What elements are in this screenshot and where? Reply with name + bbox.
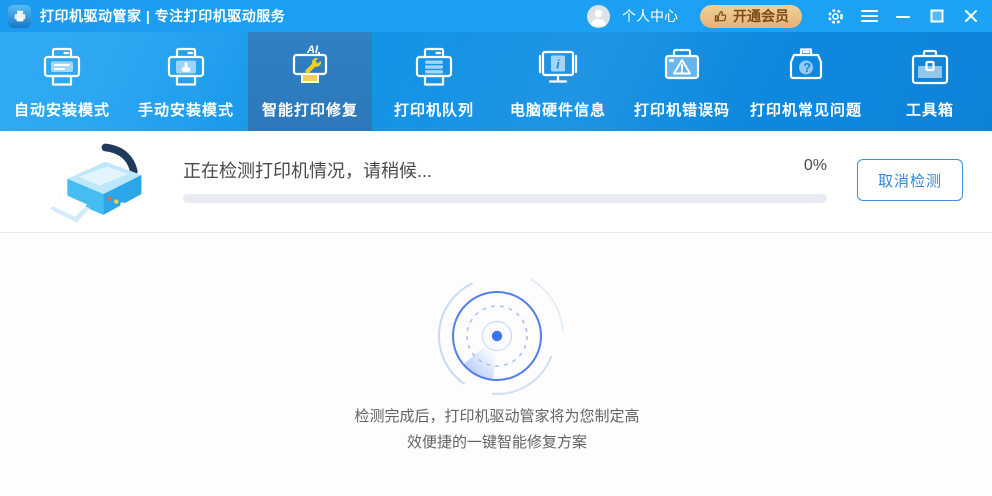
detection-status-text: 正在检测打印机情况，请稍候... <box>183 157 432 183</box>
caption-line-1: 检测完成后，打印机驱动管家将为您制定高 <box>247 404 747 430</box>
svg-text:?: ? <box>803 61 811 75</box>
close-button[interactable] <box>960 5 982 27</box>
open-vip-button[interactable]: 开通会员 <box>700 5 802 28</box>
nav-label: 自动安装模式 <box>14 99 110 120</box>
main-navigation: 自动安装模式 手动安装模式 AI <box>0 32 992 131</box>
nav-label: 打印机错误码 <box>634 99 730 120</box>
scanning-radar-icon <box>397 258 597 423</box>
thumb-up-icon <box>713 9 728 24</box>
printer-question-icon: ? <box>782 43 830 91</box>
detection-status-panel: 正在检测打印机情况，请稍候... 0% 取消检测 <box>0 131 992 233</box>
nav-manual-install-mode[interactable]: 手动安装模式 <box>124 32 248 131</box>
maximize-button[interactable] <box>926 5 948 27</box>
nav-printer-faq[interactable]: ? 打印机常见问题 <box>744 32 868 131</box>
open-vip-label: 开通会员 <box>733 6 789 26</box>
detection-progress-percent: 0% <box>727 157 827 175</box>
printer-auto-install-icon <box>38 43 86 91</box>
printer-driver-manager-window: 打印机驱动管家 | 专注打印机驱动服务 个人中心 开通会员 <box>0 0 992 496</box>
nav-computer-hardware-info[interactable]: i 电脑硬件信息 <box>496 32 620 131</box>
nav-label: 打印机常见问题 <box>750 99 862 120</box>
caption-line-2: 效便捷的一键智能修复方案 <box>247 430 747 456</box>
app-title: 打印机驱动管家 | 专注打印机驱动服务 <box>40 6 285 26</box>
user-avatar[interactable] <box>587 5 610 28</box>
nav-auto-install-mode[interactable]: 自动安装模式 <box>0 32 124 131</box>
nav-label: 电脑硬件信息 <box>510 99 606 120</box>
toolbox-icon <box>906 43 954 91</box>
title-bar: 打印机驱动管家 | 专注打印机驱动服务 个人中心 开通会员 <box>0 0 992 32</box>
nav-label: 工具箱 <box>906 99 954 120</box>
nav-printer-queue[interactable]: 打印机队列 <box>372 32 496 131</box>
menu-icon[interactable] <box>858 5 880 27</box>
nav-printer-error-codes[interactable]: 打印机错误码 <box>620 32 744 131</box>
printer-error-icon <box>658 43 706 91</box>
nav-label: 手动安装模式 <box>138 99 234 120</box>
detection-progress-bar <box>183 194 827 203</box>
detection-result-caption: 检测完成后，打印机驱动管家将为您制定高 效便捷的一键智能修复方案 <box>247 404 747 456</box>
nav-ai-print-repair[interactable]: AI 智能打印修复 <box>248 32 372 131</box>
printer-manual-install-icon <box>162 43 210 91</box>
printer-ai-repair-icon: AI <box>286 43 334 91</box>
nav-toolbox[interactable]: 工具箱 <box>868 32 992 131</box>
main-content-area: 检测完成后，打印机驱动管家将为您制定高 效便捷的一键智能修复方案 <box>0 234 992 496</box>
cancel-detection-button[interactable]: 取消检测 <box>857 159 963 201</box>
nav-label: 智能打印修复 <box>262 99 358 120</box>
app-logo-icon <box>8 5 31 28</box>
printer-queue-icon <box>410 43 458 91</box>
user-center-link[interactable]: 个人中心 <box>622 6 678 26</box>
minimize-button[interactable] <box>892 5 914 27</box>
settings-gear-icon[interactable] <box>824 5 846 27</box>
titlebar-right-controls: 个人中心 开通会员 <box>587 5 982 28</box>
nav-label: 打印机队列 <box>394 99 474 120</box>
computer-hardware-icon: i <box>534 43 582 91</box>
printer-3d-illustration <box>50 137 155 237</box>
